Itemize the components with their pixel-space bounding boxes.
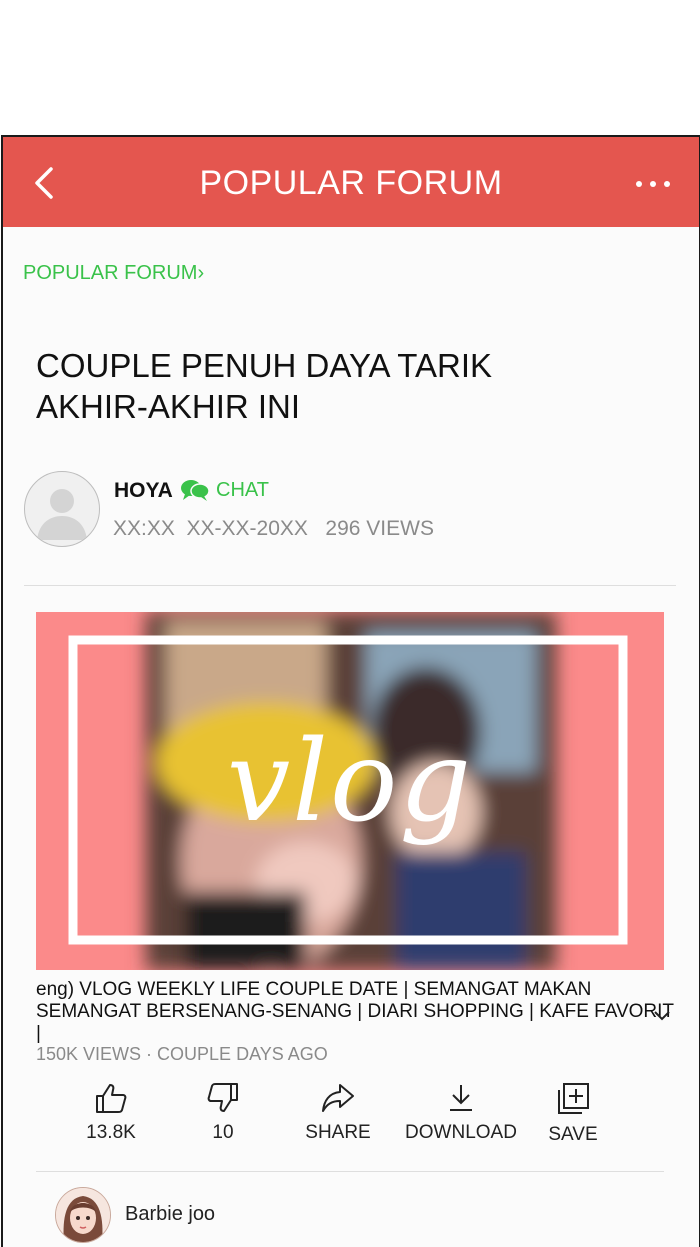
expand-title-button[interactable] [653,1009,671,1021]
author-avatar[interactable] [24,471,100,547]
save-label: SAVE [548,1124,598,1145]
more-options-button[interactable] [633,177,673,191]
thumbs-down-icon [207,1083,238,1112]
user-avatar-image [56,1188,110,1242]
video-title-line-1: eng) VLOG WEEKLY LIFE COUPLE DATE | SEMA… [36,979,592,1000]
save-button[interactable]: SAVE [513,1082,633,1146]
breadcrumb-link[interactable]: POPULAR FORUM› [23,262,204,285]
divider [24,585,676,586]
comment-username[interactable]: Barbie joo [125,1203,215,1226]
header-title: POPULAR FORUM [199,164,503,202]
comment-user-avatar[interactable] [55,1187,111,1243]
video-title[interactable]: eng) VLOG WEEKLY LIFE COUPLE DATE | SEMA… [36,979,676,1045]
like-count: 13.8K [86,1122,136,1143]
like-button[interactable]: 13.8K [51,1082,171,1144]
download-label: DOWNLOAD [405,1122,517,1143]
video-thumbnail[interactable]: vlog [36,612,664,970]
author-name[interactable]: HOYA [114,479,173,503]
chat-button[interactable]: CHAT [180,478,269,502]
add-to-playlist-icon [558,1083,589,1114]
share-arrow-icon [322,1084,354,1112]
share-button[interactable]: SHARE [278,1082,398,1144]
divider [36,1171,664,1172]
post-title: COUPLE PENUH DAYA TARIK AKHIR-AKHIR INI [36,345,636,427]
video-stats: 150K VIEWS · COUPLE DAYS AGO [36,1044,328,1064]
chat-label: CHAT [216,478,269,501]
share-label: SHARE [305,1122,371,1143]
download-button[interactable]: DOWNLOAD [401,1082,521,1144]
more-icon [636,181,670,187]
post-meta: XX:XX XX-XX-20XX 296 VIEWS [113,517,434,540]
video-title-line-2: SEMANGAT BERSENANG-SENANG | DIARI SHOPPI… [36,1001,674,1044]
post-title-line-1: COUPLE PENUH DAYA TARIK [36,347,493,384]
thumbnail-vlog-text: vlog [226,717,474,847]
thumbs-up-icon [96,1084,127,1113]
app-header: POPULAR FORUM [3,137,699,227]
post-title-line-2: AKHIR-AKHIR INI [36,388,301,425]
chevron-down-icon [654,1011,670,1021]
user-placeholder-icon [37,489,87,540]
dislike-button[interactable]: 10 [163,1082,283,1144]
dislike-count: 10 [212,1122,234,1143]
phone-frame: POPULAR FORUM POPULAR FORUM› COUPLE PENU… [1,135,700,1247]
chat-bubbles-icon [181,480,210,501]
download-icon [450,1085,472,1111]
